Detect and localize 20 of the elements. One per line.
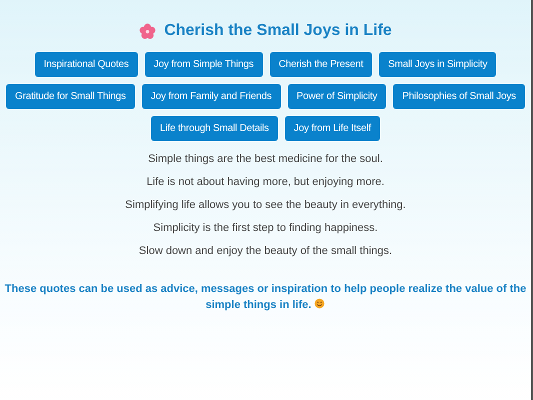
quote-text: Simple things are the best medicine for the soul. xyxy=(148,152,383,167)
page-title: Cherish the Small Joys in Life xyxy=(164,22,392,40)
smiley-icon xyxy=(314,298,326,309)
category-button[interactable]: Cherish the Present xyxy=(270,52,372,77)
quote-text: Simplicity is the first step to finding happiness. xyxy=(153,221,378,236)
quote-text: Life is not about having more, but enjoying more. xyxy=(146,175,384,190)
flower-icon xyxy=(139,22,156,40)
note-text: These quotes can be used as advice, messages or inspiration to help people realize the value of the xyxy=(4,283,526,295)
category-button[interactable]: Small Joys in Simplicity xyxy=(379,52,496,77)
quote-text: Slow down and enjoy the beauty of the small things. xyxy=(138,244,392,259)
category-button[interactable]: Inspirational Quotes xyxy=(34,52,138,77)
category-button[interactable]: Joy from Family and Friends xyxy=(142,84,281,109)
category-button[interactable]: Joy from Life Itself xyxy=(284,116,380,141)
category-button[interactable]: Gratitude for Small Things xyxy=(6,84,135,109)
category-button[interactable]: Philosophies of Small Joys xyxy=(393,84,525,109)
category-button[interactable]: Power of Simplicity xyxy=(288,84,386,109)
quote-text: Simplifying life allows you to see the beauty in everything. xyxy=(125,198,406,213)
category-button[interactable]: Joy from Simple Things xyxy=(144,52,263,77)
note-text: simple things in life. xyxy=(206,299,312,311)
category-button[interactable]: Life through Small Details xyxy=(151,116,278,141)
